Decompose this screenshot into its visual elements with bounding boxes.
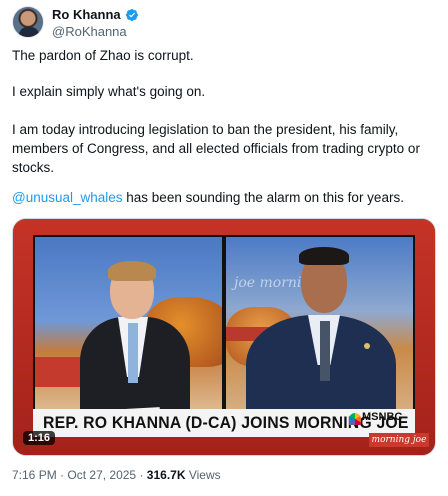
- tweet-date[interactable]: Oct 27, 2025: [67, 468, 136, 482]
- mention-link[interactable]: @unusual_whales: [12, 190, 123, 205]
- tweet-paragraph-1: The pardon of Zhao is corrupt.: [12, 48, 194, 63]
- host-figure-image: [80, 261, 200, 423]
- peacock-icon: [349, 413, 361, 425]
- video-split-screen: joe morning joe: [33, 235, 415, 425]
- avatar[interactable]: [12, 6, 44, 38]
- meta-separator: ·: [139, 468, 144, 482]
- video-panel-host: [35, 237, 222, 423]
- video-player[interactable]: joe morning joe REP. RO KHANNA (D-CA) JO…: [12, 218, 436, 456]
- author-name-row: Ro Khanna: [52, 7, 139, 22]
- show-tag: morning joe: [369, 433, 429, 447]
- video-duration-badge: 1:16: [23, 431, 56, 445]
- author-display-name[interactable]: Ro Khanna: [52, 7, 121, 22]
- guest-figure-image: [246, 243, 396, 423]
- author-handle[interactable]: @RoKhanna: [52, 24, 127, 39]
- lower-third: REP. RO KHANNA (D-CA) JOINS MORNING JOE …: [33, 409, 415, 437]
- tweet-meta: 7:16 PM · Oct 27, 2025 · 316.7K Views: [12, 468, 221, 482]
- tweet-time[interactable]: 7:16 PM: [12, 468, 57, 482]
- tweet-paragraph-2: I explain simply what's going on.: [12, 84, 206, 99]
- views-label: Views: [188, 468, 221, 482]
- tweet-paragraph-4-text: has been sounding the alarm on this for …: [122, 190, 404, 205]
- views-count: 316.7K: [146, 468, 186, 482]
- tweet-paragraph-4: @unusual_whales has been sounding the al…: [12, 188, 404, 207]
- verified-badge-icon: [125, 8, 138, 21]
- tweet-paragraph-3: I am today introducing legislation to ba…: [12, 122, 420, 175]
- video-panel-guest: joe morning joe: [226, 237, 413, 423]
- meta-separator: ·: [60, 468, 65, 482]
- network-label: MSNBC: [362, 411, 403, 423]
- tweet-header: Ro Khanna @RoKhanna: [12, 6, 436, 42]
